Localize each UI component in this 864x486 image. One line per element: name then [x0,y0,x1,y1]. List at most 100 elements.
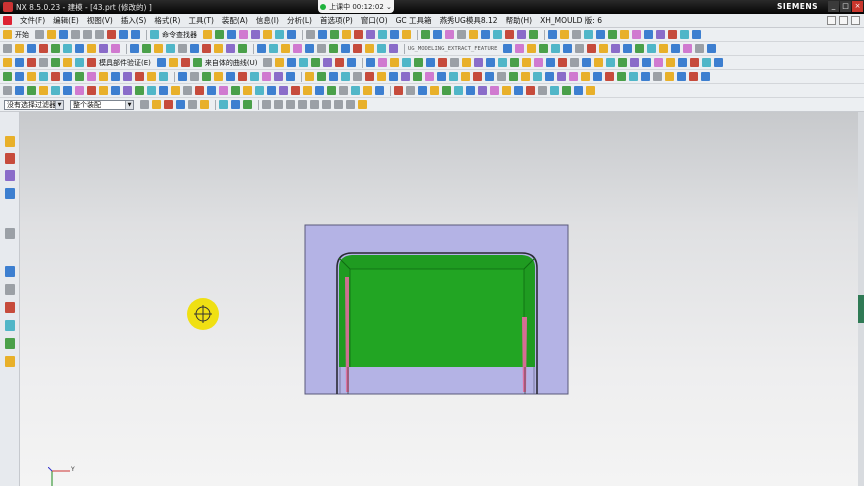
toolbar-icon[interactable] [279,86,288,95]
toolbar-icon[interactable] [231,86,240,95]
cut-icon[interactable] [71,30,80,39]
toolbar-icon[interactable] [570,58,580,67]
menu-information[interactable]: 信息(I) [252,15,283,26]
curve-from-body-button[interactable]: 来自体的曲线(U) [205,58,258,68]
toolbar-icon[interactable] [238,72,247,81]
toolbar-icon[interactable] [582,58,592,67]
toolbar-icon[interactable] [166,44,175,53]
toolbar-icon[interactable] [599,44,609,53]
snap-point-icon[interactable] [334,100,343,109]
toolbar-icon[interactable] [317,44,326,53]
menu-assemblies[interactable]: 装配(A) [218,15,252,26]
part-navigator-icon[interactable] [5,170,15,181]
toolbar-icon[interactable] [390,30,399,39]
menu-file[interactable]: 文件(F) [16,15,49,26]
toolbar-icon[interactable] [533,72,542,81]
toolbar-icon[interactable] [123,86,132,95]
toolbar-icon[interactable] [617,72,626,81]
toolbar-icon[interactable] [3,86,12,95]
toolbar-icon[interactable] [293,44,302,53]
toolbar-icon[interactable] [605,72,614,81]
toolbar-icon[interactable] [414,58,424,67]
toolbar-icon[interactable] [701,72,710,81]
new-icon[interactable] [35,30,44,39]
menu-analysis[interactable]: 分析(L) [283,15,316,26]
toolbar-icon[interactable] [111,72,120,81]
toolbar-icon[interactable] [593,72,602,81]
toolbar-icon[interactable] [497,72,506,81]
toolbar-icon[interactable] [623,44,633,53]
toolbar-icon[interactable] [351,86,360,95]
doc-minimize-button[interactable] [827,16,836,25]
toolbar-icon[interactable] [653,72,662,81]
toolbar-icon[interactable] [527,44,537,53]
toolbar-icon[interactable] [299,58,309,67]
menu-window[interactable]: 窗口(O) [357,15,392,26]
toolbar-icon[interactable] [493,30,502,39]
toolbar-icon[interactable] [680,30,689,39]
toolbar-icon[interactable] [402,58,412,67]
manufacturing-wizard-icon[interactable] [5,320,15,331]
snap-extra-icon[interactable] [358,100,367,109]
toolbar-icon[interactable] [135,86,144,95]
toolbar-icon[interactable] [514,86,523,95]
feature-name-field[interactable]: UG_MODELING_EXTRACT_FEATURE [408,46,497,52]
toolbar-icon[interactable] [183,86,192,95]
toolbar-icon[interactable] [377,44,386,53]
toolbar-icon[interactable] [329,44,338,53]
toolbar-icon[interactable] [281,44,290,53]
toolbar-icon[interactable] [666,58,676,67]
toolbar-icon[interactable] [63,44,72,53]
system-materials-icon[interactable] [5,284,15,295]
toolbar-icon[interactable] [274,72,283,81]
toolbar-icon[interactable] [430,86,439,95]
toolbar-icon[interactable] [714,58,724,67]
toolbar-icon[interactable] [171,86,180,95]
start-icon[interactable] [3,30,12,39]
toolbar-icon[interactable] [156,58,166,67]
toolbar-icon[interactable] [111,86,120,95]
toolbar-icon[interactable] [323,58,333,67]
toolbar-icon[interactable] [642,58,652,67]
save-icon[interactable] [59,30,68,39]
toolbar-icon[interactable] [27,72,36,81]
toolbar-icon[interactable] [630,58,640,67]
selection-icon[interactable] [200,100,209,109]
toolbar-icon[interactable] [557,72,566,81]
graphics-window[interactable]: Y [20,112,858,486]
toolbar-icon[interactable] [262,72,271,81]
toolbar-icon[interactable] [406,86,415,95]
toolbar-icon[interactable] [581,72,590,81]
toolbar-icon[interactable] [606,58,616,67]
assembly-navigator-icon[interactable] [5,136,15,147]
recording-indicator[interactable]: 上课中 00:12:02 ⌄ [318,0,394,13]
toolbar-icon[interactable] [267,86,276,95]
toolbar-icon[interactable] [548,30,557,39]
toolbar-icon[interactable] [275,58,285,67]
toolbar-icon[interactable] [449,72,458,81]
snap-intersection-icon[interactable] [298,100,307,109]
toolbar-icon[interactable] [15,72,24,81]
toolbar-icon[interactable] [27,44,36,53]
snap-quadrant-icon[interactable] [322,100,331,109]
toolbar-icon[interactable] [255,86,264,95]
toolbar-icon[interactable] [159,86,168,95]
toolbar-icon[interactable] [707,44,717,53]
toolbar-icon[interactable] [502,86,511,95]
toolbar-icon[interactable] [596,30,605,39]
right-scrollbar[interactable] [858,112,864,486]
toolbar-icon[interactable] [421,30,430,39]
toolbar-icon[interactable] [550,86,559,95]
menu-view[interactable]: 视图(V) [83,15,117,26]
toolbar-icon[interactable] [454,86,463,95]
toolbar-icon[interactable] [27,58,36,67]
toolbar-icon[interactable] [263,30,272,39]
toolbar-icon[interactable] [239,30,248,39]
toolbar-icon[interactable] [509,72,518,81]
toolbar-icon[interactable] [147,86,156,95]
toolbar-icon[interactable] [647,44,657,53]
toolbar-icon[interactable] [594,58,604,67]
toolbar-icon[interactable] [575,44,585,53]
toolbar-icon[interactable] [702,58,712,67]
toolbar-icon[interactable] [305,72,314,81]
